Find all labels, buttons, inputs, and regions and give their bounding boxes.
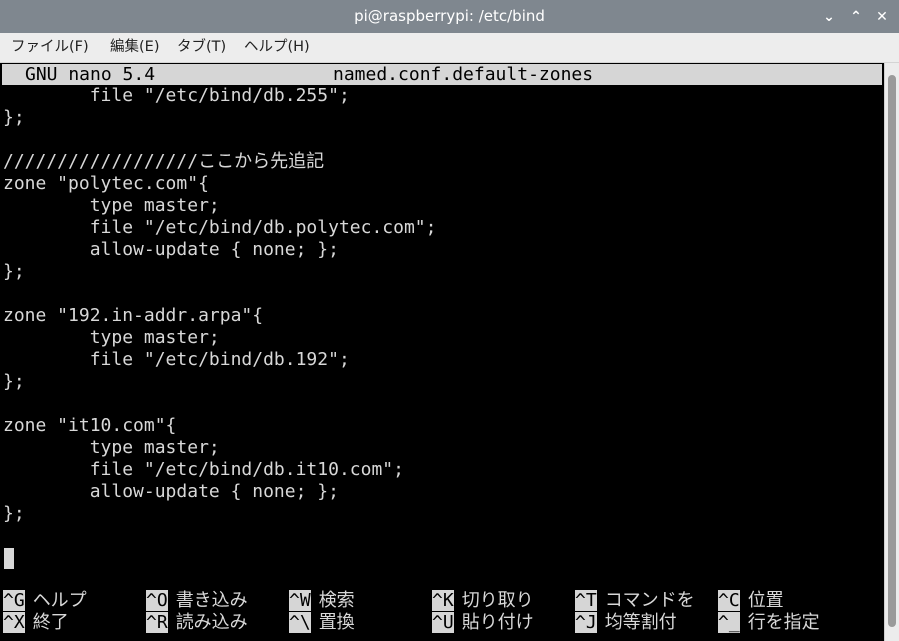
minimize-icon[interactable]: ⌄ xyxy=(818,6,840,28)
shortcut-label: 検索 xyxy=(318,590,355,611)
shortcut-label: 終了 xyxy=(32,612,69,633)
shortcut-label: 貼り付け xyxy=(461,612,534,633)
shortcut-key: ^W xyxy=(289,590,311,611)
maximize-icon[interactable]: ⌃ xyxy=(845,6,867,28)
shortcut-key: ^C xyxy=(718,590,740,611)
menu-file[interactable]: ファイル(F) xyxy=(9,33,91,62)
shortcut-label: ヘルプ xyxy=(32,590,87,611)
shortcut-label: 書き込み xyxy=(175,590,248,611)
window-titlebar: pi@raspberrypi: /etc/bind ⌄ ⌃ ✕ xyxy=(0,0,899,33)
editor-line: type master; xyxy=(3,327,220,348)
editor-line: file "/etc/bind/db.polytec.com"; xyxy=(3,217,437,238)
shortcut-key: ^O xyxy=(146,590,168,611)
nano-header: GNU nano 5.4 named.conf.default-zones xyxy=(2,64,882,85)
shortcut-exit[interactable]: ^X 終了 xyxy=(3,612,69,634)
shortcut-help[interactable]: ^G ヘルプ xyxy=(3,590,87,612)
shortcut-label: 均等割付 xyxy=(604,612,677,633)
editor-line: type master; xyxy=(3,437,220,458)
terminal[interactable]: GNU nano 5.4 named.conf.default-zones fi… xyxy=(0,63,884,641)
editor-line xyxy=(3,129,436,151)
shortcut-cut[interactable]: ^K 切り取り xyxy=(432,590,534,612)
editor-line: zone "it10.com"{ xyxy=(3,415,177,436)
editor-line: allow-update { none; }; xyxy=(3,239,339,260)
shortcut-go-to-line[interactable]: ^_ 行を指定 xyxy=(718,612,820,634)
shortcut-read-file[interactable]: ^R 読み込み xyxy=(146,612,248,634)
editor-line: //////////////////ここから先追記 xyxy=(3,151,325,172)
editor-line: zone "polytec.com"{ xyxy=(3,173,209,194)
shortcut-label: 切り取り xyxy=(461,590,534,611)
editor-line: file "/etc/bind/db.it10.com"; xyxy=(3,459,404,480)
shortcut-label: コマンドを xyxy=(604,590,695,611)
shortcut-replace[interactable]: ^\ 置換 xyxy=(289,612,355,634)
editor-line: type master; xyxy=(3,195,220,216)
close-icon[interactable]: ✕ xyxy=(871,6,893,28)
shortcut-key: ^J xyxy=(575,612,597,633)
editor-content[interactable]: file "/etc/bind/db.255"; }; ////////////… xyxy=(3,85,436,525)
shortcut-key: ^G xyxy=(3,590,25,611)
vertical-scrollbar[interactable] xyxy=(884,63,899,641)
shortcut-key: ^T xyxy=(575,590,597,611)
editor-line: zone "192.in-addr.arpa"{ xyxy=(3,305,264,326)
shortcut-execute[interactable]: ^T コマンドを xyxy=(575,590,695,612)
shortcut-location[interactable]: ^C 位置 xyxy=(718,590,784,612)
editor-line: }; xyxy=(3,261,25,282)
shortcut-label: 位置 xyxy=(747,590,784,611)
shortcut-key: ^_ xyxy=(718,612,740,633)
shortcut-paste[interactable]: ^U 貼り付け xyxy=(432,612,534,634)
scrollbar-thumb[interactable] xyxy=(888,75,896,627)
nano-filename: named.conf.default-zones xyxy=(333,64,594,85)
shortcut-key: ^U xyxy=(432,612,454,633)
editor-line: file "/etc/bind/db.255"; xyxy=(3,85,350,106)
shortcut-key: ^X xyxy=(3,612,25,633)
menu-help[interactable]: ヘルプ(H) xyxy=(242,33,312,62)
shortcut-key: ^K xyxy=(432,590,454,611)
nano-version: GNU nano 5.4 xyxy=(25,64,156,85)
window-title: pi@raspberrypi: /etc/bind xyxy=(354,7,545,25)
shortcut-justify[interactable]: ^J 均等割付 xyxy=(575,612,677,634)
editor-line xyxy=(3,283,436,305)
menu-tab[interactable]: タブ(T) xyxy=(175,33,228,62)
editor-line xyxy=(3,393,436,415)
shortcut-bar: ^G ヘルプ ^O 書き込み ^W 検索 ^K 切り取り ^T コマンドを ^C 位置 ^X… xyxy=(0,590,884,636)
editor-line: }; xyxy=(3,107,25,128)
shortcut-label: 置換 xyxy=(318,612,355,633)
shortcut-label: 読み込み xyxy=(175,612,248,633)
editor-line: file "/etc/bind/db.192"; xyxy=(3,349,350,370)
editor-line: allow-update { none; }; xyxy=(3,481,339,502)
shortcut-write-out[interactable]: ^O 書き込み xyxy=(146,590,248,612)
editor-line: }; xyxy=(3,371,25,392)
shortcut-search[interactable]: ^W 検索 xyxy=(289,590,355,612)
shortcut-key: ^\ xyxy=(289,612,311,633)
shortcut-key: ^R xyxy=(146,612,168,633)
menu-edit[interactable]: 編集(E) xyxy=(108,33,161,62)
shortcut-label: 行を指定 xyxy=(747,612,820,633)
editor-line: }; xyxy=(3,503,25,524)
menubar: ファイル(F) 編集(E) タブ(T) ヘルプ(H) xyxy=(0,33,899,63)
text-cursor xyxy=(4,548,14,569)
